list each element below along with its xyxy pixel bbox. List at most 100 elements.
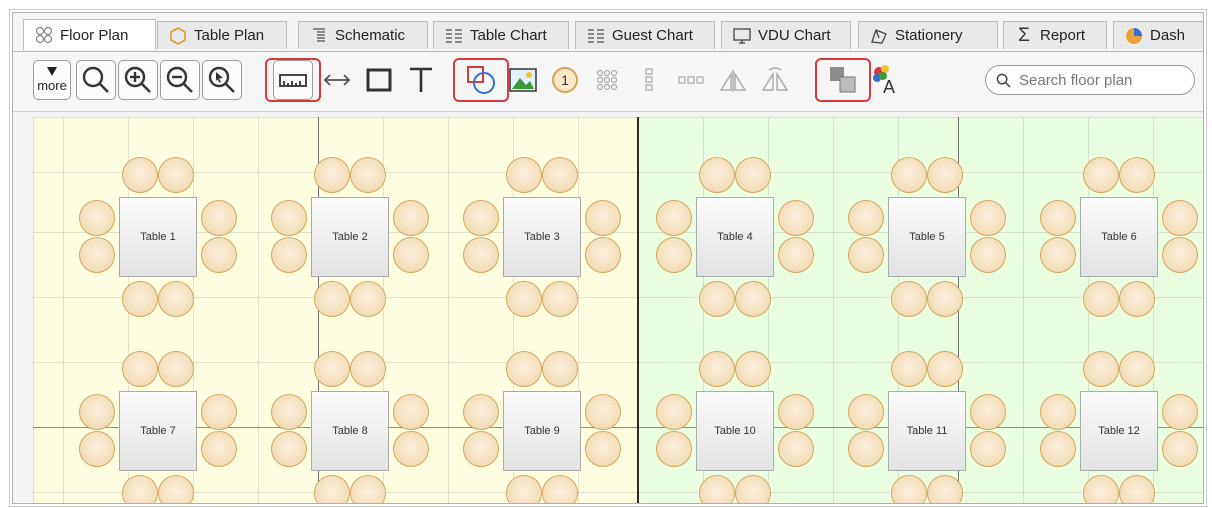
seat[interactable] xyxy=(542,157,578,193)
seat[interactable] xyxy=(122,157,158,193)
seat[interactable] xyxy=(778,431,814,467)
tab-stationery[interactable]: Stationery xyxy=(858,21,998,49)
table[interactable]: Table 10 xyxy=(696,391,774,471)
zoom-in-button[interactable] xyxy=(118,60,158,100)
seat[interactable] xyxy=(79,431,115,467)
seat[interactable] xyxy=(158,157,194,193)
seat[interactable] xyxy=(201,431,237,467)
seat[interactable] xyxy=(699,351,735,387)
seat[interactable] xyxy=(891,351,927,387)
seat[interactable] xyxy=(699,475,735,503)
seat[interactable] xyxy=(1119,281,1155,317)
seat[interactable] xyxy=(393,200,429,236)
grid-arrange-button[interactable] xyxy=(587,60,627,100)
seat[interactable] xyxy=(970,200,1006,236)
seat[interactable] xyxy=(1083,351,1119,387)
seat[interactable] xyxy=(1119,351,1155,387)
table[interactable]: Table 3 xyxy=(503,197,581,277)
seat[interactable] xyxy=(393,237,429,273)
seat[interactable] xyxy=(585,431,621,467)
image-button[interactable] xyxy=(503,60,543,100)
seat[interactable] xyxy=(1040,431,1076,467)
seat[interactable] xyxy=(699,281,735,317)
floor-plan-canvas[interactable]: Table 1 Table 2 Table 3 Table 4 Table 5 Table… xyxy=(33,117,1203,503)
table[interactable]: Table 2 xyxy=(311,197,389,277)
dimension-button[interactable] xyxy=(317,60,357,100)
seat[interactable] xyxy=(778,394,814,430)
seat[interactable] xyxy=(122,351,158,387)
seat[interactable] xyxy=(735,281,771,317)
seat[interactable] xyxy=(79,237,115,273)
seat[interactable] xyxy=(1083,157,1119,193)
seat[interactable] xyxy=(158,281,194,317)
seat[interactable] xyxy=(927,351,963,387)
seat[interactable] xyxy=(891,475,927,503)
row-arrange-button[interactable] xyxy=(671,60,711,100)
table[interactable]: Table 5 xyxy=(888,197,966,277)
seat[interactable] xyxy=(506,475,542,503)
seat[interactable] xyxy=(848,394,884,430)
seat[interactable] xyxy=(848,200,884,236)
seat[interactable] xyxy=(927,157,963,193)
seat[interactable] xyxy=(1119,157,1155,193)
seat[interactable] xyxy=(350,475,386,503)
table[interactable]: Table 4 xyxy=(696,197,774,277)
seat[interactable] xyxy=(927,281,963,317)
seat[interactable] xyxy=(1083,281,1119,317)
tab-dashboard[interactable]: Dash xyxy=(1113,21,1203,49)
seat[interactable] xyxy=(848,431,884,467)
seat[interactable] xyxy=(585,200,621,236)
mirror-vertical-button[interactable] xyxy=(755,60,795,100)
seat[interactable] xyxy=(506,351,542,387)
seat[interactable] xyxy=(735,157,771,193)
seat[interactable] xyxy=(1040,200,1076,236)
seat[interactable] xyxy=(79,394,115,430)
seat[interactable] xyxy=(201,237,237,273)
seat[interactable] xyxy=(79,200,115,236)
table[interactable]: Table 7 xyxy=(119,391,197,471)
tab-report[interactable]: Σ Report xyxy=(1003,21,1107,49)
seat[interactable] xyxy=(1040,394,1076,430)
rectangle-button[interactable] xyxy=(359,60,399,100)
seat[interactable] xyxy=(201,200,237,236)
seat[interactable] xyxy=(314,281,350,317)
seat[interactable] xyxy=(314,475,350,503)
tab-vdu-chart[interactable]: VDU Chart xyxy=(721,21,851,49)
table[interactable]: Table 9 xyxy=(503,391,581,471)
zoom-out-button[interactable] xyxy=(160,60,200,100)
seat[interactable] xyxy=(350,351,386,387)
seat[interactable] xyxy=(542,281,578,317)
tab-schematic[interactable]: Schematic xyxy=(298,21,428,49)
seat[interactable] xyxy=(122,475,158,503)
seat[interactable] xyxy=(970,431,1006,467)
seat[interactable] xyxy=(970,237,1006,273)
table[interactable]: Table 12 xyxy=(1080,391,1158,471)
seat[interactable] xyxy=(393,431,429,467)
seat[interactable] xyxy=(735,475,771,503)
seat[interactable] xyxy=(1162,394,1198,430)
seat[interactable] xyxy=(585,394,621,430)
seat[interactable] xyxy=(350,157,386,193)
seat[interactable] xyxy=(463,200,499,236)
tab-table-plan[interactable]: Table Plan xyxy=(157,21,287,49)
seat[interactable] xyxy=(122,281,158,317)
column-arrange-button[interactable] xyxy=(629,60,669,100)
seat[interactable] xyxy=(778,237,814,273)
seat[interactable] xyxy=(350,281,386,317)
seat[interactable] xyxy=(891,157,927,193)
seat[interactable] xyxy=(1040,237,1076,273)
seat[interactable] xyxy=(699,157,735,193)
seat[interactable] xyxy=(891,281,927,317)
tab-guest-chart[interactable]: Guest Chart xyxy=(575,21,715,49)
tab-floor-plan[interactable]: Floor Plan xyxy=(23,19,156,50)
more-button[interactable]: more xyxy=(33,60,71,100)
table[interactable]: Table 1 xyxy=(119,197,197,277)
seat[interactable] xyxy=(271,200,307,236)
seat[interactable] xyxy=(158,475,194,503)
shapes-button[interactable] xyxy=(461,60,501,100)
seat[interactable] xyxy=(656,200,692,236)
seat[interactable] xyxy=(656,394,692,430)
seat[interactable] xyxy=(927,475,963,503)
seat[interactable] xyxy=(656,431,692,467)
seat[interactable] xyxy=(1162,431,1198,467)
